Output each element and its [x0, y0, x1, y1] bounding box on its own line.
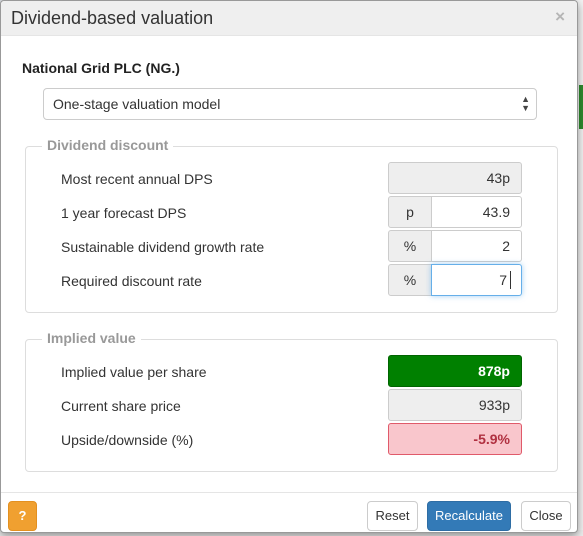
growth-rate-label: Sustainable dividend growth rate: [61, 239, 265, 255]
forecast-dps-unit: p: [388, 196, 432, 228]
discount-rate-unit: %: [388, 264, 432, 296]
implied-value-result: 878p: [388, 355, 522, 387]
select-updown-icon: ▲ ▼: [521, 94, 530, 113]
recalculate-button[interactable]: Recalculate: [427, 501, 511, 531]
forecast-dps-label: 1 year forecast DPS: [61, 205, 187, 221]
forecast-dps-text: 43.9: [482, 204, 510, 220]
company-name: National Grid PLC (NG.): [22, 60, 180, 76]
discount-rate-input[interactable]: 7: [431, 264, 522, 296]
close-button[interactable]: Close: [521, 501, 571, 531]
implied-value-text: 878p: [478, 363, 510, 379]
implied-value-label: Implied value per share: [61, 364, 207, 380]
forecast-dps-input[interactable]: 43.9: [431, 196, 522, 228]
share-price-text: 933p: [478, 397, 510, 413]
dividend-discount-legend: Dividend discount: [42, 137, 174, 153]
growth-rate-input[interactable]: 2: [431, 230, 522, 262]
upside-downside-label: Upside/downside (%): [61, 432, 194, 448]
help-button[interactable]: ?: [8, 501, 37, 531]
dialog-header: Dividend-based valuation ×: [1, 1, 577, 36]
dialog-title: Dividend-based valuation: [11, 8, 214, 28]
share-price-value: 933p: [388, 389, 522, 421]
recent-dps-label: Most recent annual DPS: [61, 171, 213, 187]
growth-rate-unit: %: [388, 230, 432, 262]
valuation-model-select[interactable]: One-stage valuation model ▲ ▼: [43, 88, 537, 120]
growth-rate-text: 2: [502, 238, 510, 254]
valuation-dialog: Dividend-based valuation × National Grid…: [0, 0, 578, 533]
dialog-footer: ? Reset Recalculate Close: [1, 492, 577, 534]
recent-dps-text: 43p: [486, 170, 510, 186]
dividend-discount-group: Dividend discount Most recent annual DPS…: [25, 137, 558, 313]
implied-value-legend: Implied value: [42, 330, 141, 346]
close-icon[interactable]: ×: [555, 7, 565, 27]
upside-downside-result: -5.9%: [388, 423, 522, 455]
implied-value-group: Implied value Implied value per share 87…: [25, 330, 558, 472]
upside-downside-text: -5.9%: [473, 431, 510, 447]
text-caret: [510, 271, 511, 289]
share-price-label: Current share price: [61, 398, 181, 414]
reset-button[interactable]: Reset: [367, 501, 418, 531]
discount-rate-label: Required discount rate: [61, 273, 202, 289]
background-green-marker: [579, 85, 583, 129]
discount-rate-text: 7: [499, 272, 507, 288]
recent-dps-value: 43p: [388, 162, 522, 194]
valuation-model-selected: One-stage valuation model: [53, 96, 221, 112]
